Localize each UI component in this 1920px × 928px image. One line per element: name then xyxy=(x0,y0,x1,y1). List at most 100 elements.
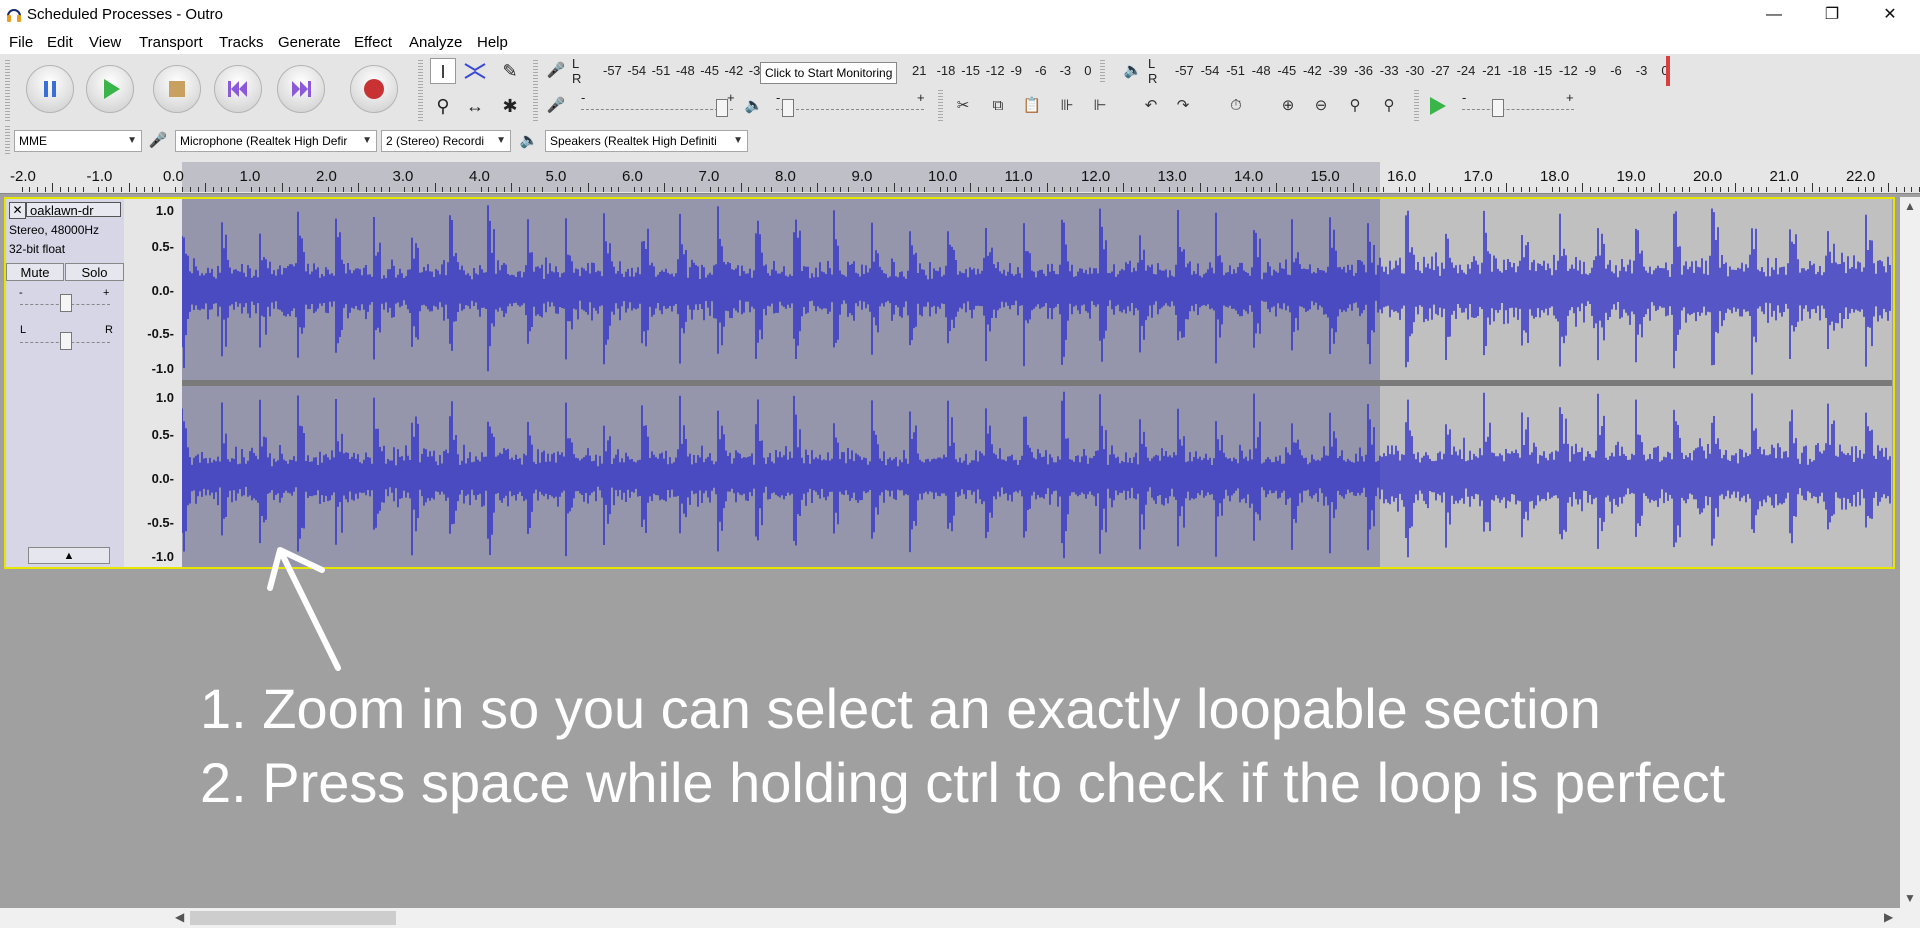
toolbar-grip[interactable] xyxy=(5,60,10,122)
scroll-down-icon[interactable]: ▼ xyxy=(1904,891,1916,905)
amplitude-label: 0.5- xyxy=(151,427,174,442)
menu-file[interactable]: File xyxy=(9,34,33,51)
playback-volume-slider[interactable] xyxy=(782,99,794,117)
amplitude-label: -1.0 xyxy=(151,549,174,564)
output-device-icon-btn: 🔈 xyxy=(516,128,542,154)
toolbar-grip[interactable] xyxy=(418,60,423,122)
meter-tick-label: -9 xyxy=(1584,63,1597,78)
track-control-panel: ✕ oaklawn-dr Stereo, 48000Hz 32-bit floa… xyxy=(6,199,124,567)
amplitude-ruler[interactable]: 1.0 0.5- 0.0- -0.5- -1.0 1.0 0.5- 0.0- -0.5- -1.0 xyxy=(124,199,182,567)
toolbar-grip[interactable] xyxy=(533,60,538,122)
ruler-minor-tick xyxy=(1872,187,1874,192)
record-meter-button[interactable]: 🎤 xyxy=(543,58,569,84)
sync-lock-button[interactable]: ⏱ xyxy=(1223,93,1249,119)
pan-right: R xyxy=(105,324,113,336)
toolbar-grip[interactable] xyxy=(1100,60,1105,84)
zoom-in-button[interactable]: ⊕ xyxy=(1275,93,1301,119)
ruler-minor-tick xyxy=(266,187,268,192)
scroll-up-icon[interactable]: ▲ xyxy=(1904,199,1916,213)
skip-to-end-button[interactable] xyxy=(277,65,325,113)
multi-tool[interactable]: ✱ xyxy=(497,93,523,119)
vertical-scrollbar[interactable]: ▲ ▼ xyxy=(1900,197,1920,928)
meter-tick-label: -51 xyxy=(1226,63,1245,78)
ruler-minor-tick xyxy=(1322,187,1324,192)
waveform-view[interactable] xyxy=(182,199,1892,567)
ruler-minor-tick xyxy=(457,187,459,192)
close-track-button[interactable]: ✕ xyxy=(9,202,26,219)
fit-selection-button[interactable]: ⚲ xyxy=(1342,93,1368,119)
ruler-minor-tick xyxy=(1421,187,1423,192)
record-button[interactable] xyxy=(350,65,398,113)
horizontal-scroll-thumb[interactable] xyxy=(190,911,396,925)
audio-host-select[interactable]: MME ▼ xyxy=(14,130,142,152)
meter-tick-label: -57 xyxy=(603,63,622,78)
ruler-minor-tick xyxy=(67,187,69,192)
trim-button[interactable]: ⊪ xyxy=(1054,93,1080,119)
solo-button[interactable]: Solo xyxy=(65,263,124,281)
redo-button[interactable]: ↷ xyxy=(1170,93,1196,119)
menu-generate[interactable]: Generate xyxy=(278,34,341,51)
menu-effect[interactable]: Effect xyxy=(354,34,392,51)
draw-tool[interactable]: ✎ xyxy=(497,58,523,84)
zoom-tool[interactable]: ⚲ xyxy=(430,93,456,119)
scroll-right-icon[interactable]: ▶ xyxy=(1884,910,1893,924)
pause-button[interactable] xyxy=(26,65,74,113)
ruler-minor-tick xyxy=(809,187,811,192)
pan-slider[interactable] xyxy=(60,332,72,350)
scroll-left-icon[interactable]: ◀ xyxy=(175,910,184,924)
menu-help[interactable]: Help xyxy=(477,34,508,51)
menu-transport[interactable]: Transport xyxy=(139,34,203,51)
track-name-menu[interactable]: oaklawn-dr xyxy=(26,202,121,217)
meter-tick-label: -15 xyxy=(961,63,980,78)
stop-button[interactable] xyxy=(153,65,201,113)
ruler-minor-tick xyxy=(1765,187,1767,192)
ruler-minor-tick xyxy=(442,187,444,192)
input-device-select[interactable]: Microphone (Realtek High Defir ▼ xyxy=(175,130,377,152)
amplitude-label: 0.5- xyxy=(151,239,174,254)
toolbar-grip[interactable] xyxy=(5,126,10,156)
ruler-minor-tick xyxy=(1337,187,1339,192)
zoom-out-button[interactable]: ⊖ xyxy=(1308,93,1334,119)
maximize-button[interactable]: ❐ xyxy=(1809,0,1855,30)
recording-volume-slider[interactable] xyxy=(716,99,728,117)
gain-slider[interactable] xyxy=(60,294,72,312)
monitoring-tooltip[interactable]: Click to Start Monitoring xyxy=(760,62,898,84)
channels-select[interactable]: 2 (Stereo) Recordi ▼ xyxy=(381,130,511,152)
ruler-minor-tick xyxy=(786,187,788,192)
toolbar-grip[interactable] xyxy=(938,90,943,122)
play-at-speed-button[interactable] xyxy=(1424,93,1450,119)
menu-tracks[interactable]: Tracks xyxy=(219,34,263,51)
close-button[interactable]: ✕ xyxy=(1867,0,1913,30)
amplitude-label: 1.0 xyxy=(155,390,174,405)
minimize-button[interactable]: — xyxy=(1751,0,1797,30)
ruler-minor-tick xyxy=(1436,187,1438,192)
menu-view[interactable]: View xyxy=(89,34,121,51)
ruler-minor-tick xyxy=(909,187,911,192)
envelope-tool[interactable] xyxy=(462,58,488,84)
time-shift-tool[interactable]: ↔ xyxy=(462,93,488,119)
toolbar-grip[interactable] xyxy=(1414,90,1419,122)
ruler-minor-tick xyxy=(993,187,995,192)
meter-tick-label: -3 xyxy=(1635,63,1648,78)
silence-button[interactable]: ⊩ xyxy=(1087,93,1113,119)
fit-project-button[interactable]: ⚲ xyxy=(1376,93,1402,119)
slider-minus: - xyxy=(1462,90,1467,105)
selection-tool[interactable]: I xyxy=(430,58,456,84)
playback-meter-button[interactable]: 🔈 xyxy=(1120,58,1146,84)
menu-analyze[interactable]: Analyze xyxy=(409,34,462,51)
ruler-minor-tick xyxy=(886,187,888,192)
menu-edit[interactable]: Edit xyxy=(47,34,73,51)
trim-icon: ⊪ xyxy=(1060,97,1074,114)
horizontal-scrollbar[interactable]: ◀ ▶ xyxy=(0,908,1900,928)
cut-button[interactable]: ✂ xyxy=(950,93,976,119)
copy-button[interactable]: ⧉ xyxy=(985,93,1011,119)
mute-button[interactable]: Mute xyxy=(6,263,64,281)
collapse-track-button[interactable]: ▲ xyxy=(28,547,110,564)
skip-to-start-button[interactable] xyxy=(214,65,262,113)
play-speed-slider[interactable] xyxy=(1492,99,1504,117)
output-device-select[interactable]: Speakers (Realtek High Definiti ▼ xyxy=(545,130,748,152)
undo-button[interactable]: ↶ xyxy=(1138,93,1164,119)
paste-button[interactable]: 📋 xyxy=(1019,93,1045,119)
ruler-minor-tick xyxy=(151,187,153,192)
play-button[interactable] xyxy=(86,65,134,113)
